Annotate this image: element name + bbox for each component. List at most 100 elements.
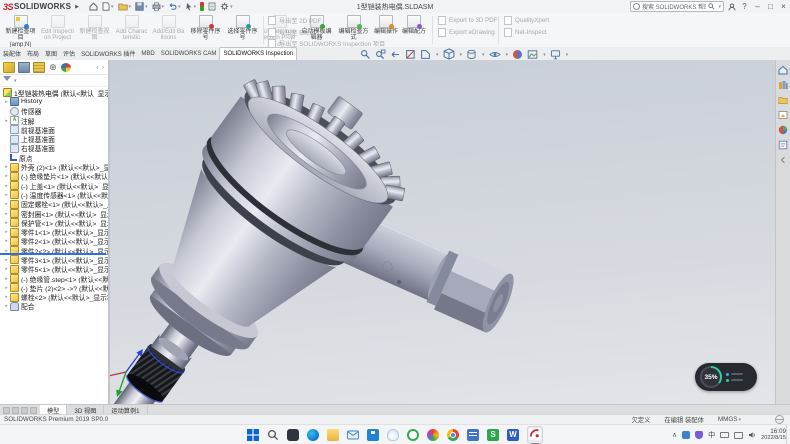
edit-appearance-icon[interactable] [512,49,523,60]
export-menu-item[interactable]: Export eDrawing [438,28,498,37]
ribbon-tab[interactable]: 布局 [24,47,42,60]
print-icon[interactable] [152,1,165,12]
view-palette-icon[interactable] [778,110,788,120]
tree-item[interactable]: ▸ (-) 垫片 (2)<2> ->? (默认<<默认 [0,283,108,292]
ribbon-tab[interactable]: SOLIDWORKS 插件 [78,47,138,60]
rebuild-icon[interactable] [200,1,204,12]
expand-arrow-icon[interactable]: ▸ [3,220,10,226]
displaymanager-tab-icon[interactable] [61,63,71,72]
ribbon-button[interactable]: Add Characteristic [113,13,150,47]
start-button-icon[interactable] [247,429,259,441]
ribbon-tab[interactable]: SOLIDWORKS CAM [158,47,220,60]
tray-expand-icon[interactable]: ∧ [672,431,677,439]
tree-item[interactable]: ▸ (-) 绝缘管.step<1> (默认<<默认 [0,274,108,283]
ribbon-tab[interactable]: 装配体 [0,47,24,60]
solidworks-taskbar-icon-active[interactable] [527,426,543,444]
expand-arrow-icon[interactable]: ▸ [3,201,10,207]
configurationmanager-tab-icon[interactable] [33,62,45,73]
ribbon-button[interactable]: 新建检查视图 [76,13,113,47]
file-properties-icon[interactable] [208,1,216,12]
expand-arrow-icon[interactable]: ▸ [3,164,10,170]
zoom-to-fit-icon[interactable] [360,49,371,60]
view-settings-icon[interactable] [550,49,561,60]
expand-arrow-icon[interactable]: ▸ [3,192,10,198]
search-dropdown-icon[interactable] [717,3,721,10]
status-item[interactable]: 欠定义 [631,415,650,424]
ribbon-tab[interactable]: 草图 [42,47,60,60]
tree-root-item[interactable]: 1型铠装热电偶 (默认<默认_显示状态-1 [0,88,108,97]
green-browser-icon[interactable] [407,429,419,441]
ribbon-button[interactable]: 移除零件序号 [187,13,224,47]
expand-arrow-icon[interactable]: ▸ [3,211,10,217]
dimxpertmanager-tab-icon[interactable]: ⊕ [48,63,58,72]
propertymanager-tab-icon[interactable] [18,62,30,73]
hide-show-items-icon[interactable] [489,49,501,60]
file-explorer-taskbar-icon[interactable] [327,429,339,441]
microsoft-store-icon[interactable] [367,429,379,441]
status-item[interactable]: 在编辑 装配体 [664,415,704,424]
file-explorer-icon[interactable] [778,95,788,105]
scene-dropdown-icon[interactable] [542,51,546,58]
expand-arrow-icon[interactable]: ▸ [3,303,10,309]
dynamic-annotation-icon[interactable] [420,49,431,60]
edge-browser-icon[interactable] [307,429,319,441]
tray-app-icon[interactable] [682,431,690,439]
tree-item[interactable]: ▸ 螺栓<2> (默认<<默认>_显示状态 [0,293,108,302]
search-input[interactable]: 搜索 SOLIDWORKS 帮助 [630,1,724,12]
expand-arrow-icon[interactable]: ▸ [3,238,10,244]
pane-collapse-icon[interactable] [778,155,788,165]
restore-button[interactable] [766,2,775,11]
panel-tab-scroll-icons[interactable]: ‹ › [96,65,105,71]
word-icon[interactable] [507,429,519,441]
expand-arrow-icon[interactable]: ▸ [3,118,10,124]
tree-item[interactable]: ▸ 零件3<1> (默认<<默认>_显示状 [0,255,108,264]
expand-arrow-icon[interactable]: ▸ [3,276,10,282]
undo-icon[interactable] [168,1,181,12]
wps-icon[interactable] [487,429,499,441]
minimize-button[interactable] [753,2,762,11]
ribbon-tab[interactable]: 评估 [60,47,78,60]
search-icon[interactable] [708,3,715,10]
home-icon[interactable] [89,1,98,12]
select-cursor-icon[interactable] [185,1,197,12]
zoom-to-area-icon[interactable] [375,49,386,60]
export-menu-item[interactable]: 导出至 2D PDF [268,16,385,25]
ribbon-button[interactable]: 选择零件序号 [224,13,261,47]
expand-arrow-icon[interactable]: ▸ [3,173,10,179]
colorful-browser-icon[interactable] [427,429,439,441]
expand-arrow-icon[interactable]: ▸ [3,229,10,235]
display-style-dropdown-icon[interactable] [481,51,485,58]
tree-item[interactable]: ▸ 零件2<1> (默认<<默认>_显示状 [0,237,108,246]
view-orientation-icon[interactable] [443,48,455,60]
status-item[interactable]: MMGS [718,416,738,423]
show-desktop-button[interactable] [786,425,790,444]
ribbon-button[interactable]: Edit Inspection Project [39,13,76,47]
status-globe-icon[interactable] [775,415,784,424]
tree-item[interactable]: ▸ (-) 绝缘垫片<1> (默认<<默认>_显 [0,172,108,181]
display-style-icon[interactable] [466,49,477,60]
ribbon-button[interactable]: Add/Edit Balloons [150,13,187,47]
taskbar-clock[interactable]: 16:09 2022/8/15 [761,428,786,442]
ribbon-tab[interactable]: SOLIDWORKS Inspection [219,47,297,60]
export-menu-item[interactable]: Net-Inspect [504,28,549,37]
graphics-viewport[interactable]: 35% [110,60,790,404]
reader-app-icon[interactable] [467,429,479,441]
export-menu-item[interactable]: Export to 3D PDF [438,16,498,25]
expand-arrow-icon[interactable]: ▸ [3,183,10,189]
tree-item[interactable]: ▸ (-) 温度传感器<1> (默认<<默认>_ [0,190,108,199]
recorder-control-row[interactable] [726,373,743,376]
screen-recorder-widget[interactable]: 35% [695,363,757,391]
mail-icon[interactable] [347,429,359,441]
tray-volume-icon[interactable] [748,431,756,439]
view-settings-dropdown-icon[interactable] [565,51,569,58]
export-menu-item[interactable]: QualityXpert [504,16,549,25]
panel-split-bar[interactable] [0,253,106,255]
tree-item[interactable]: 右视基准面 [0,144,108,153]
help-button[interactable] [740,2,749,11]
tree-item[interactable]: ▸ 固定螺栓<1> (默认<<默认>_显示 [0,200,108,209]
filter-funnel-icon[interactable] [3,76,11,85]
taskbar-search-icon[interactable] [267,429,279,441]
chrome-icon[interactable] [447,429,459,441]
design-library-icon[interactable] [778,80,788,90]
tree-item[interactable]: ▸ 保护管<1> (默认<<默认>_显示状 [0,218,108,227]
